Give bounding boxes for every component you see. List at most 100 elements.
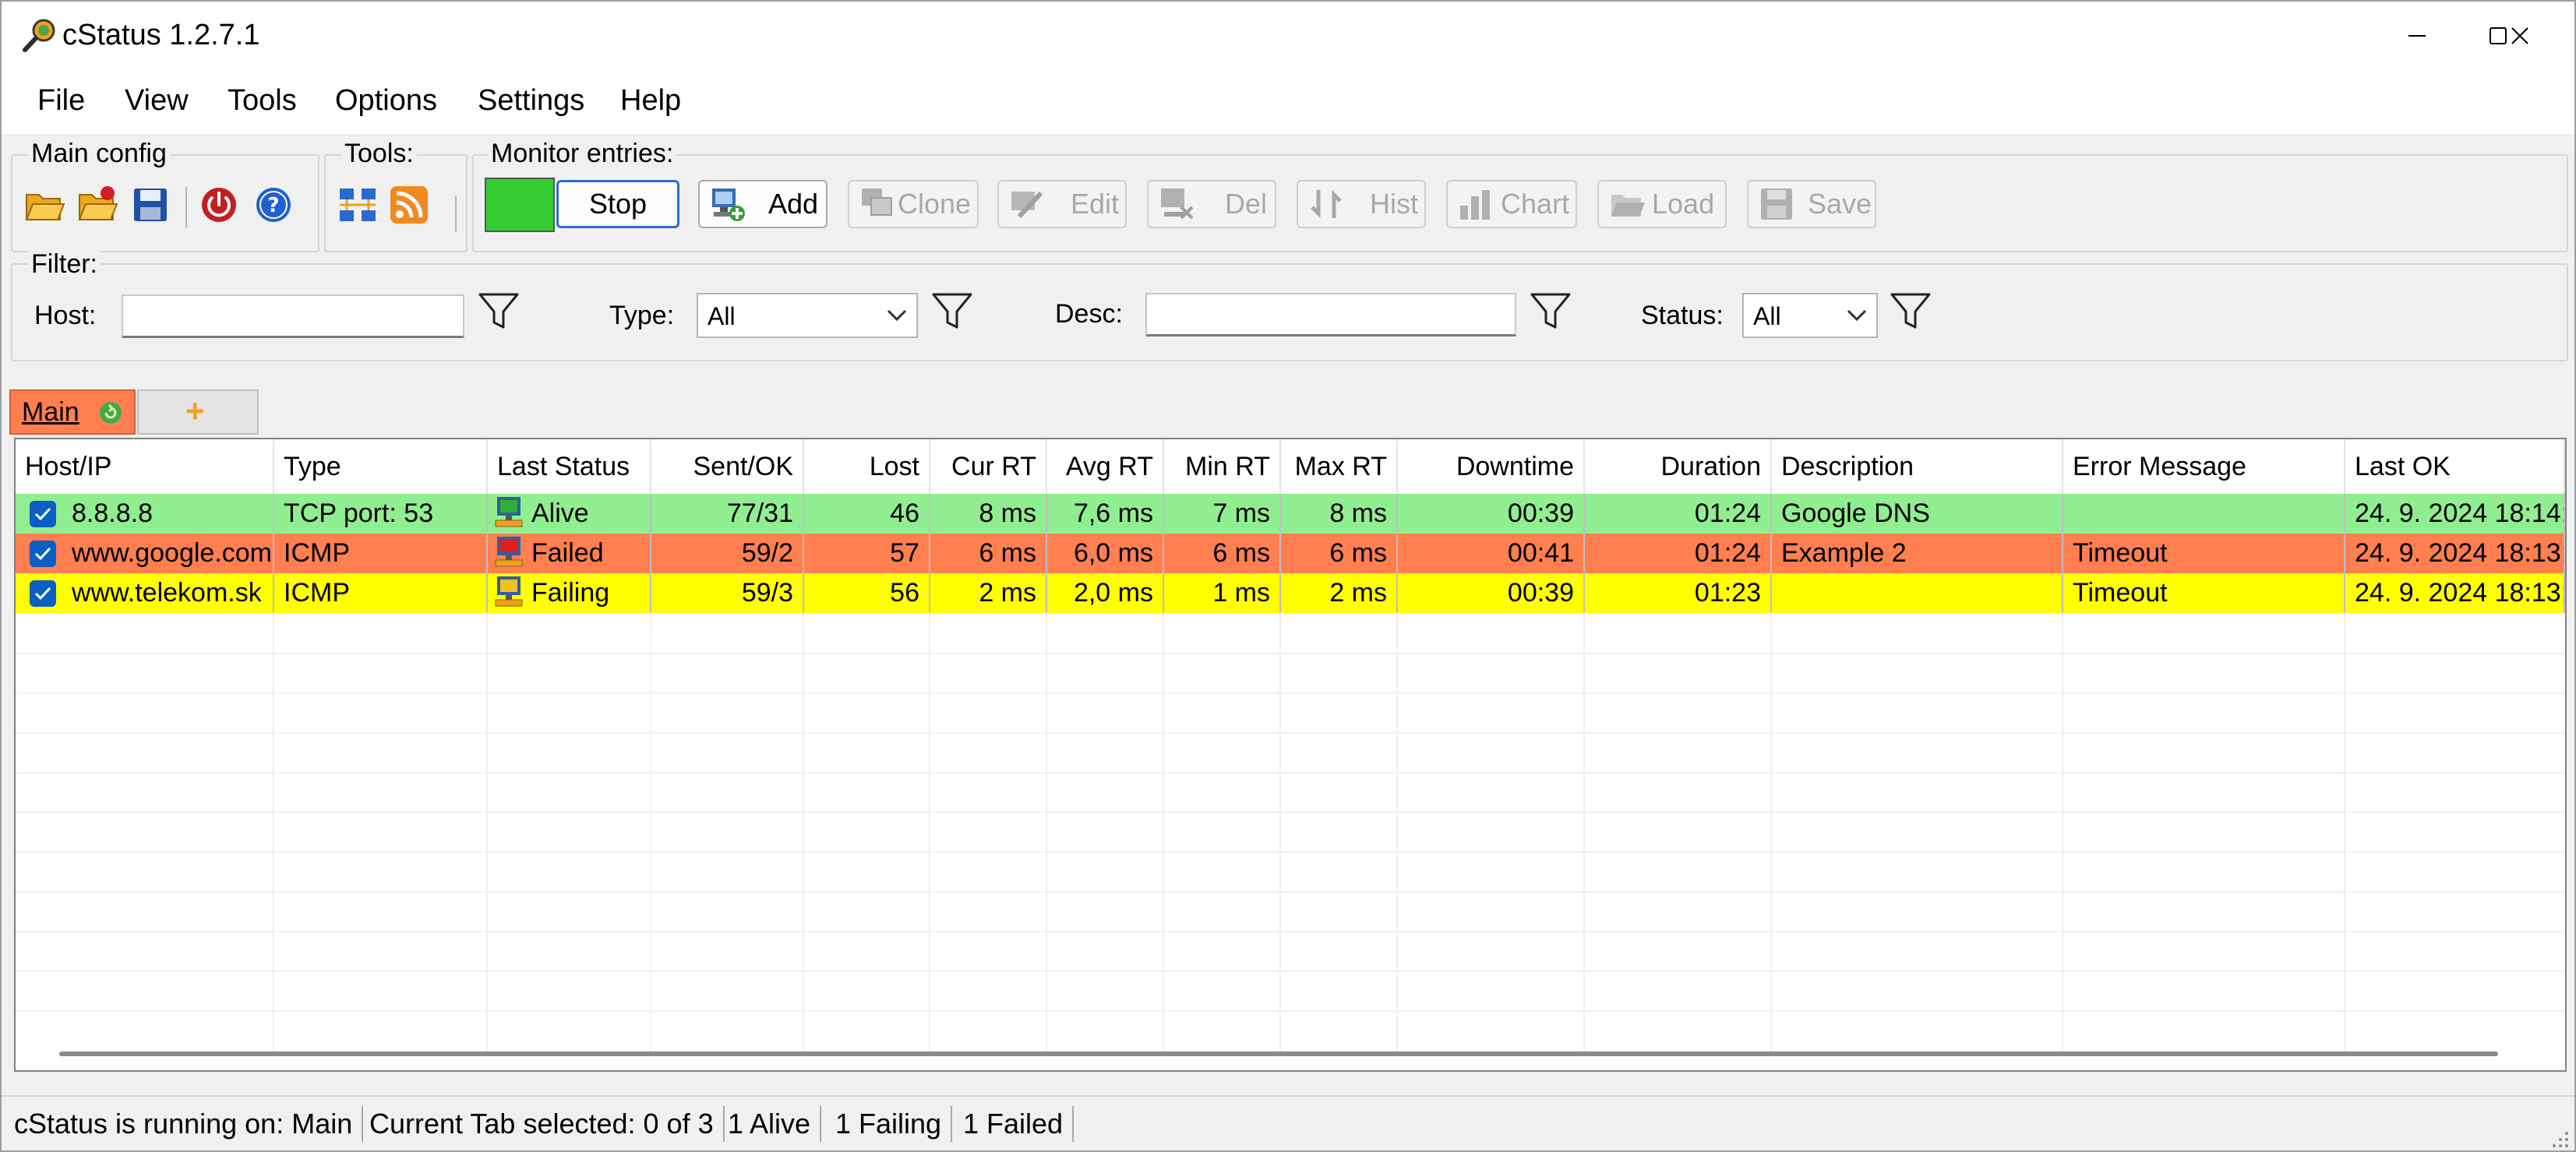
monitor-status-indicator — [485, 178, 555, 232]
column-header[interactable]: Last OK — [2345, 439, 2565, 494]
save-icon — [1761, 188, 1792, 220]
table-cell: Example 2 — [1772, 534, 2063, 573]
tab-main[interactable]: Main — [9, 389, 136, 435]
empty-row — [16, 653, 2565, 694]
column-header[interactable]: Last Status — [488, 439, 651, 494]
row-checkbox[interactable] — [30, 580, 56, 607]
column-header[interactable]: Type — [274, 439, 488, 494]
folder-open-icon — [1611, 195, 1645, 217]
column-header[interactable]: Sent/OK — [651, 439, 804, 494]
menu-tools[interactable]: Tools — [228, 84, 297, 118]
status-filter-select[interactable]: All — [1742, 293, 1878, 338]
table-row[interactable]: 8.8.8.8 TCP port: 53 Alive 77/31 46 8 ms 7,6 m… — [16, 494, 2565, 534]
table-row[interactable]: www.telekom.sk ICMP Failing 59/3 56 2 ms 2,0 m… — [16, 573, 2565, 613]
desc-filter-input[interactable] — [1145, 293, 1516, 336]
empty-row — [16, 692, 2565, 734]
history-button[interactable]: Hist — [1297, 180, 1426, 228]
load-button[interactable]: Load — [1597, 180, 1727, 228]
column-header[interactable]: Max RT — [1281, 439, 1398, 494]
table-cell: TCP port: 53 — [274, 494, 488, 534]
cell-text: 59/3 — [741, 578, 793, 608]
column-header[interactable]: Avg RT — [1047, 439, 1164, 494]
column-header[interactable]: Description — [1772, 439, 2063, 494]
column-header[interactable]: Downtime — [1398, 439, 1585, 494]
rss-icon[interactable] — [388, 184, 430, 226]
column-header[interactable]: Min RT — [1164, 439, 1281, 494]
cell-text: 2 ms — [1329, 578, 1387, 608]
menu-settings[interactable]: Settings — [478, 84, 584, 118]
open-recent-folder-icon[interactable] — [76, 184, 118, 226]
type-filter-funnel-icon[interactable] — [930, 290, 974, 333]
cell-text: ICMP — [284, 538, 350, 568]
host-filter-funnel-icon[interactable] — [477, 290, 520, 333]
cell-text: 6 ms — [1212, 538, 1270, 568]
empty-row — [16, 613, 2565, 654]
menu-bar: File View Tools Options Settings Help — [2, 70, 2574, 134]
edit-button[interactable]: Edit — [997, 180, 1127, 228]
delete-button[interactable]: Del — [1147, 180, 1276, 228]
monitor-entries-label: Monitor entries: — [488, 139, 677, 169]
cell-text: 6 ms — [1329, 538, 1387, 568]
title-bar: cStatus 1.2.7.1 — [2, 2, 2574, 70]
status-failing-count: 1 Failing — [826, 1106, 953, 1142]
column-header[interactable]: Lost — [804, 439, 930, 494]
resize-grip-icon[interactable] — [2548, 1127, 2570, 1149]
filter-label: Filter: — [28, 249, 101, 280]
host-filter-label: Host: — [34, 301, 97, 330]
table-cell: www.telekom.sk — [16, 573, 274, 613]
horizontal-scrollbar[interactable] — [59, 1052, 2498, 1056]
status-failed-count: 1 Failed — [954, 1106, 1075, 1142]
column-header[interactable]: Cur RT — [930, 439, 1047, 494]
close-button[interactable] — [2468, 2, 2571, 70]
table-cell: 00:39 — [1398, 494, 1585, 534]
table-header: Host/IP Type Last Status Sent/OK Lost Cu… — [16, 439, 2565, 495]
column-header[interactable]: Duration — [1585, 439, 1772, 494]
monitor-failing-icon — [492, 575, 525, 608]
table-cell: 7 ms — [1164, 494, 1281, 534]
cell-text: www.google.com — [72, 538, 273, 568]
table-cell: Google DNS — [1772, 494, 2063, 534]
svg-text:?: ? — [267, 194, 279, 217]
cell-text: Failed — [531, 538, 604, 568]
table-cell: 8 ms — [930, 494, 1047, 534]
desc-filter-funnel-icon[interactable] — [1529, 290, 1572, 333]
power-icon[interactable] — [198, 184, 240, 226]
menu-view[interactable]: View — [125, 84, 189, 118]
menu-file[interactable]: File — [37, 84, 85, 118]
table-cell: 24. 9. 2024 18:13:3 — [2345, 573, 2565, 613]
chevron-down-icon — [887, 309, 907, 322]
stop-button[interactable]: Stop — [556, 180, 679, 228]
clone-button[interactable]: Clone — [848, 180, 979, 228]
table-cell: ICMP — [274, 534, 488, 573]
help-icon[interactable]: ? — [252, 184, 295, 226]
window-title: cStatus 1.2.7.1 — [62, 19, 260, 51]
chart-button[interactable]: Chart — [1446, 180, 1577, 228]
table-cell: Failed — [488, 534, 651, 573]
save-config-icon[interactable] — [129, 184, 171, 226]
type-filter-select[interactable]: All — [697, 293, 918, 338]
save-button[interactable]: Save — [1747, 180, 1876, 228]
add-button[interactable]: Add — [698, 180, 827, 228]
table-cell: 01:24 — [1585, 534, 1772, 573]
host-filter-input[interactable] — [122, 294, 464, 338]
row-checkbox[interactable] — [30, 501, 56, 527]
network-icon[interactable] — [337, 184, 379, 226]
checkmark-icon — [34, 587, 51, 601]
column-header[interactable]: Error Message — [2063, 439, 2345, 494]
open-folder-icon[interactable] — [23, 184, 65, 226]
tab-add[interactable]: + — [137, 389, 259, 435]
table-row[interactable]: www.google.com ICMP Failed 59/2 57 6 ms 6,0 ms… — [16, 534, 2565, 573]
menu-help[interactable]: Help — [620, 84, 681, 118]
magnifier-app-icon — [23, 19, 55, 52]
menu-options[interactable]: Options — [335, 84, 437, 118]
status-filter-funnel-icon[interactable] — [1889, 290, 1932, 333]
cell-text: Timeout — [2073, 538, 2168, 568]
table-cell: 56 — [804, 573, 930, 613]
empty-row — [16, 851, 2565, 893]
column-header[interactable]: Host/IP — [16, 439, 274, 494]
row-checkbox[interactable] — [30, 541, 56, 567]
cell-text: 6 ms — [979, 538, 1036, 568]
table-cell: 8.8.8.8 — [16, 494, 274, 534]
empty-row — [16, 772, 2565, 813]
add-button-label: Add — [768, 188, 819, 220]
